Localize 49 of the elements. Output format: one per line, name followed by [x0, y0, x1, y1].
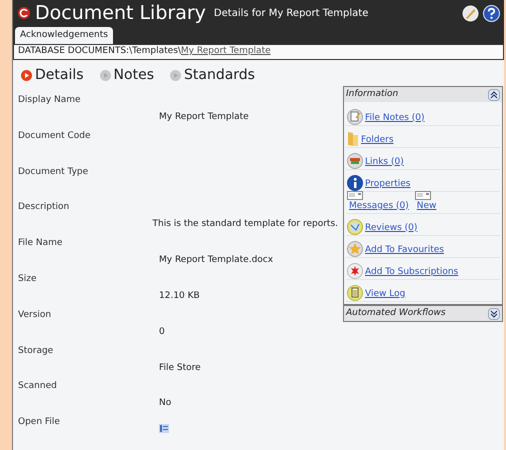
panel-link[interactable]: Links (0)	[365, 156, 404, 170]
page-subtitle: Details for My Report Template	[214, 6, 368, 20]
field-label: Document Type	[18, 166, 90, 179]
field-value: My Report Template.docx	[159, 255, 274, 266]
field-value: File Store	[159, 362, 201, 373]
panel-link[interactable]: Add To Subscriptions	[365, 266, 458, 280]
envelope-icon	[347, 190, 363, 200]
field-label: Document Code	[18, 130, 92, 143]
field-label: Size	[18, 273, 38, 286]
folder-icon	[347, 131, 359, 148]
panel-link[interactable]: Messages (0)	[349, 200, 409, 214]
breadcrumb-link[interactable]: My Report Template	[180, 45, 271, 59]
panel-link[interactable]: Reviews (0)	[365, 222, 418, 236]
field-label: Storage	[18, 344, 54, 358]
panel-title: Automated Workflows	[346, 306, 447, 320]
expand-button[interactable]	[488, 308, 500, 320]
help-icon[interactable]	[483, 4, 500, 22]
panel-link[interactable]: View Log	[365, 288, 406, 302]
review-icon	[347, 219, 363, 236]
panel-link[interactable]: File Notes (0)	[365, 112, 425, 126]
section-tab[interactable]: Details	[35, 65, 84, 86]
envelope-icon	[414, 190, 431, 200]
breadcrumb-path: DATABASE DOCUMENTS:\Templates\	[18, 45, 181, 58]
panel-link[interactable]: Folders	[361, 134, 394, 148]
section-tab[interactable]: Standards	[184, 65, 255, 86]
section-tab[interactable]: Notes	[114, 65, 154, 86]
info-icon	[347, 175, 363, 192]
edit-icon[interactable]	[462, 4, 479, 22]
field-value: 12.10 KB	[159, 291, 200, 302]
field-value: My Report Template	[159, 112, 249, 122]
field-label: Description	[18, 201, 70, 214]
log-icon	[347, 285, 363, 302]
collapse-button[interactable]	[488, 88, 500, 101]
panel-title: Information	[346, 88, 400, 101]
logo-icon	[17, 6, 31, 20]
panel-link[interactable]: New	[416, 200, 436, 214]
field-label: Version	[18, 308, 52, 322]
field-value: 0	[159, 326, 165, 337]
tab[interactable]: Acknowledgements	[15, 27, 113, 44]
file-icon[interactable]	[159, 424, 169, 434]
field-label: Display Name	[18, 94, 82, 108]
panel-link[interactable]: Add To Favourites	[365, 244, 444, 258]
field-label: Scanned	[18, 380, 58, 394]
field-label: Open File	[18, 416, 61, 430]
field-label: File Name	[18, 237, 64, 250]
field-value: No	[159, 398, 172, 408]
panel-link[interactable]: Properties	[365, 178, 410, 192]
field-value: This is the standard template for reports.	[152, 219, 338, 230]
app-title: Document Library	[35, 4, 206, 22]
